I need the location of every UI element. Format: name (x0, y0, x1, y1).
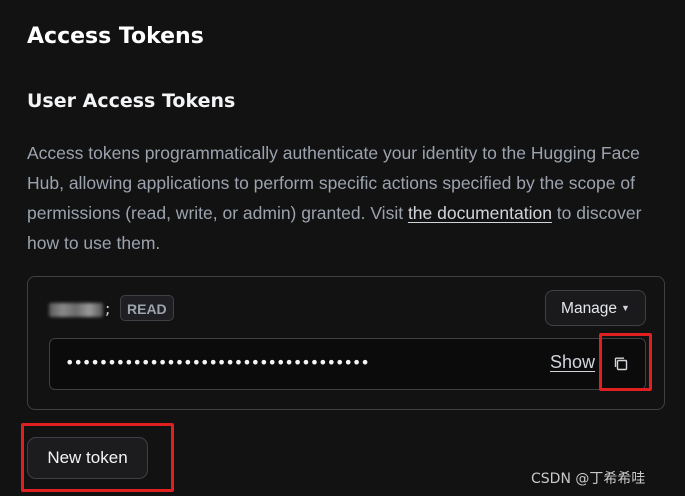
token-value-field[interactable]: •••••••••••••••••••••••••••••••••••• Sho… (49, 338, 646, 390)
token-name-redacted (49, 303, 103, 317)
chevron-down-icon: ▼ (621, 303, 630, 313)
page-title: Access Tokens (27, 24, 204, 49)
watermark: CSDN @丁希希哇 (531, 471, 646, 487)
token-role-badge: READ (120, 295, 174, 321)
token-name-separator: ; (105, 299, 111, 318)
section-description: Access tokens programmatically authentic… (27, 138, 667, 258)
manage-button[interactable]: Manage ▼ (545, 290, 646, 326)
documentation-link[interactable]: the documentation (408, 203, 552, 223)
token-card: ; READ Manage ▼ •••••••••••••••••••••••••… (27, 276, 665, 410)
new-token-button[interactable]: New token (27, 437, 148, 479)
section-title: User Access Tokens (27, 90, 236, 112)
copy-icon[interactable] (613, 356, 629, 372)
show-token-button[interactable]: Show (550, 352, 595, 373)
manage-button-label: Manage (561, 300, 618, 317)
token-masked-value: •••••••••••••••••••••••••••••••••••• (65, 353, 370, 372)
